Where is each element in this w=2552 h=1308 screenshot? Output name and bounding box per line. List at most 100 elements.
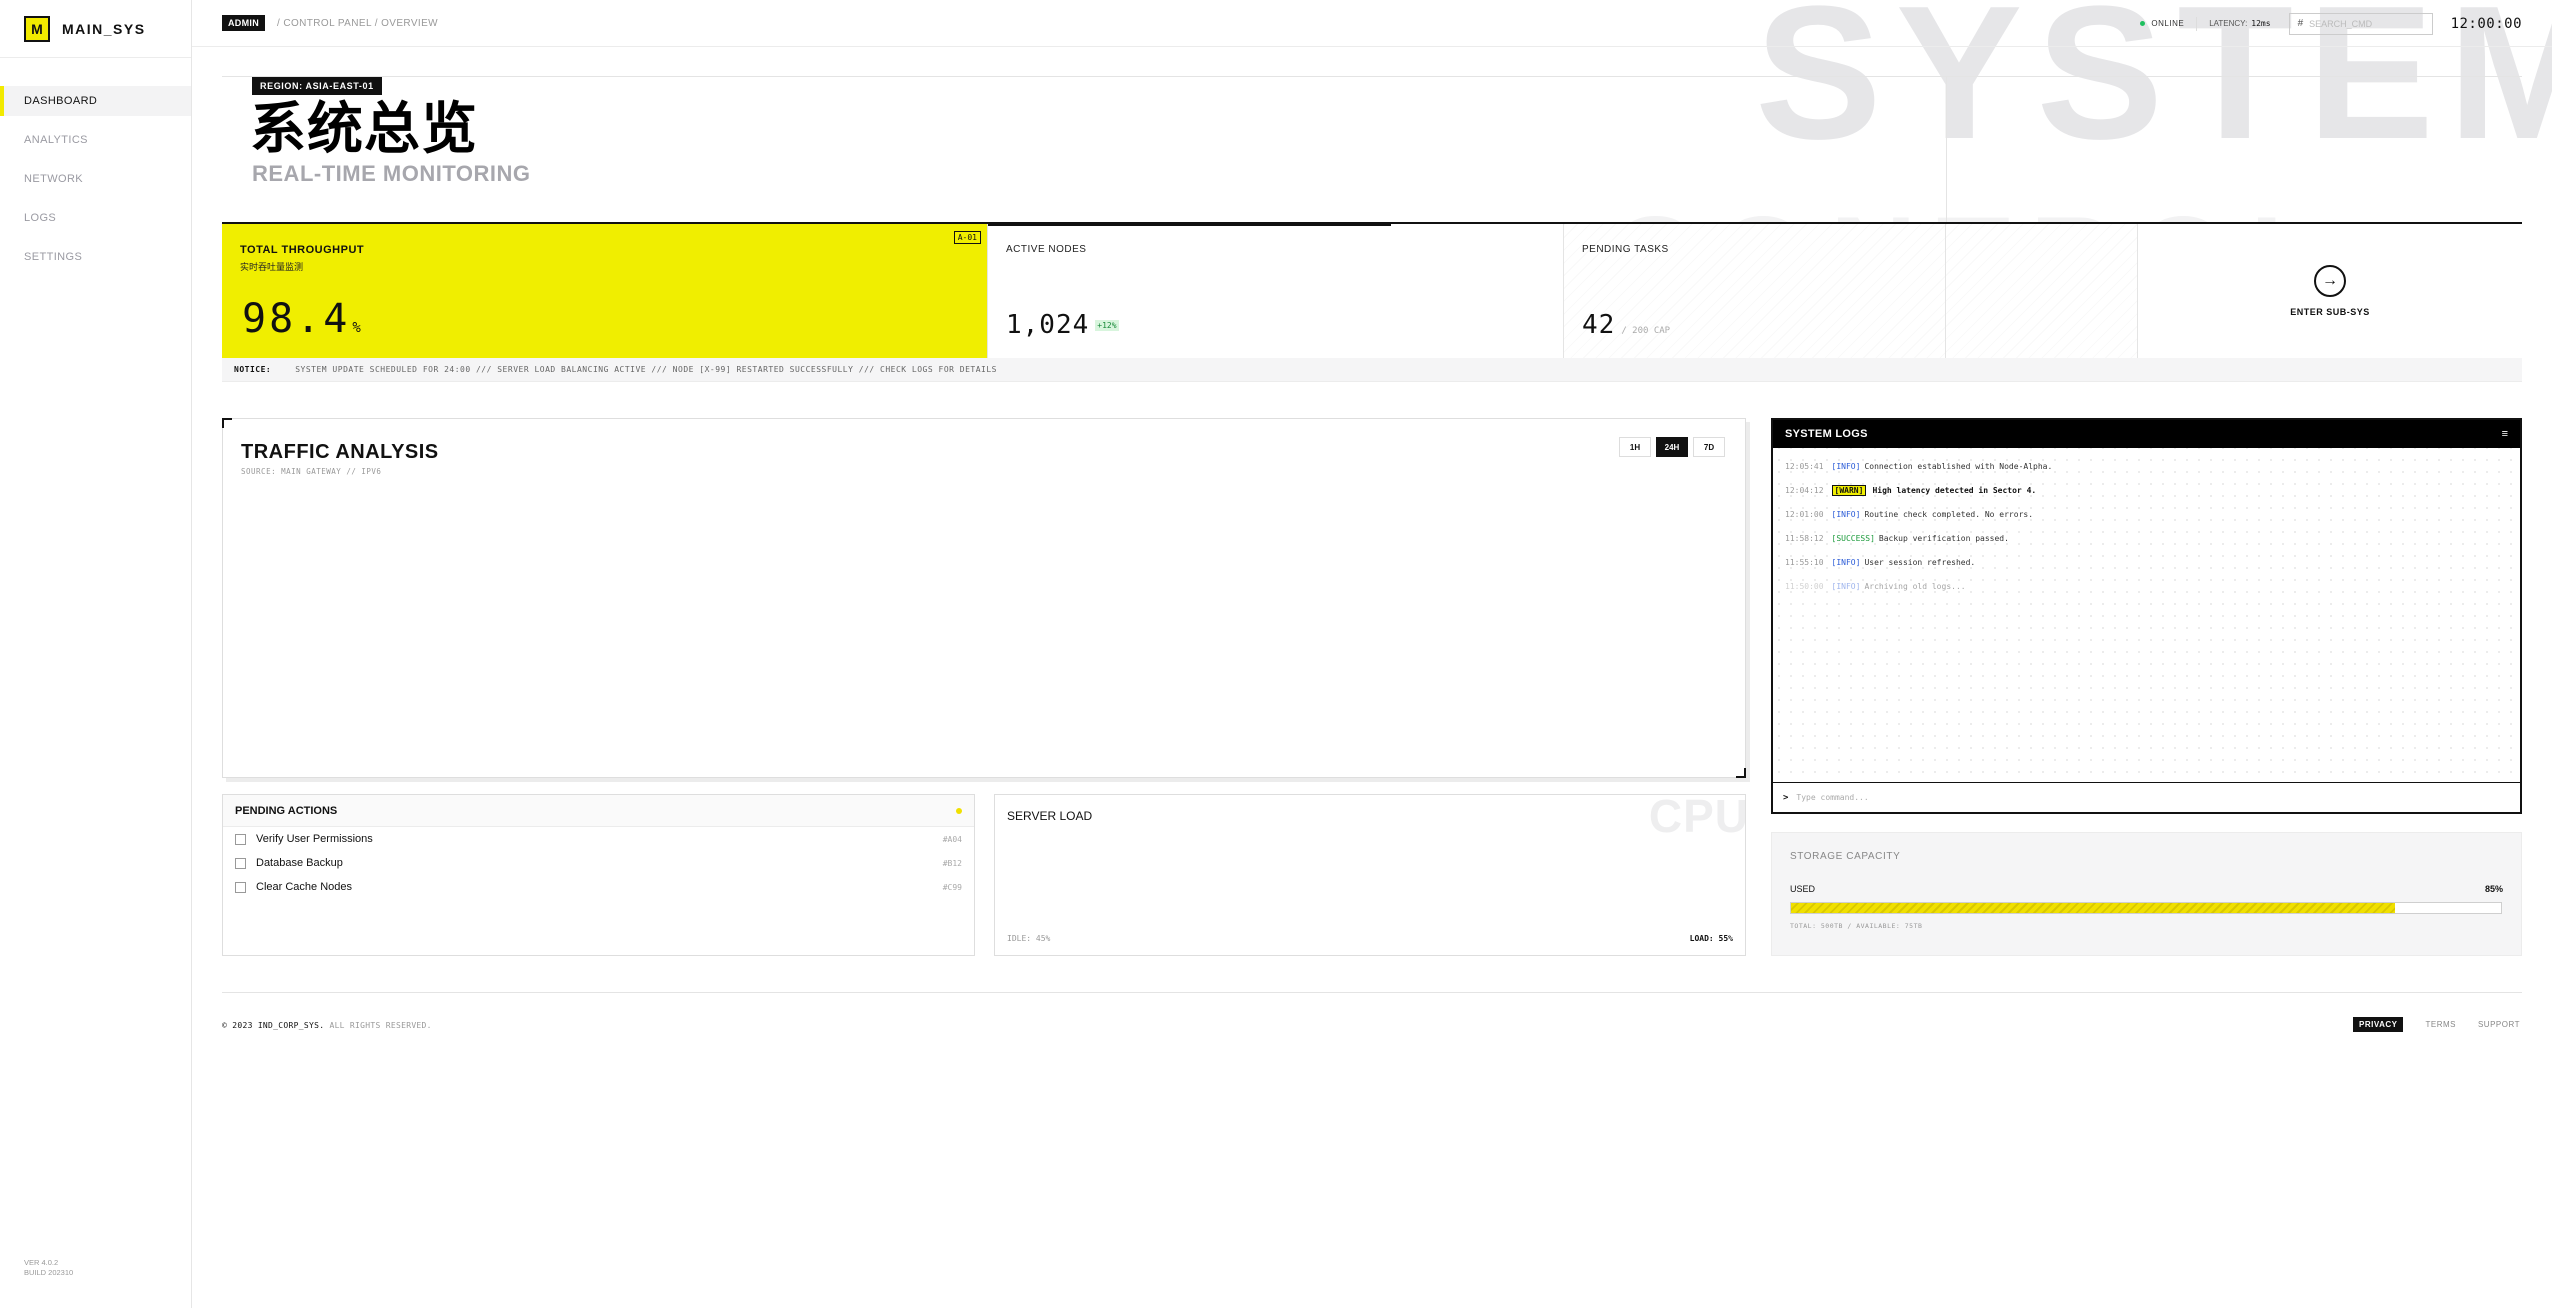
delta-badge: +12% (1095, 320, 1119, 331)
stat-label: TOTAL THROUGHPUT (240, 244, 365, 256)
task-label: Clear Cache Nodes (256, 881, 352, 893)
footer: © 2023 IND_CORP_SYS. ALL RIGHTS RESERVED… (222, 992, 2522, 1058)
stat-tag: A-01 (953, 231, 981, 244)
throughput-unit: % (352, 320, 361, 336)
nodes-value: 1,024 (1006, 310, 1090, 340)
system-logs-panel: SYSTEM LOGS ≡ 12:05:41 [INFO] Connection e… (1771, 418, 2522, 814)
server-load-panel: CPU SERVER LOAD IDLE: 45% LOAD: 55% (994, 794, 1746, 956)
range-24h-button[interactable]: 24H (1656, 437, 1688, 457)
arrow-right-icon: → (2314, 265, 2346, 297)
range-selector: 1H 24H 7D (1614, 437, 1725, 457)
prompt-icon: > (1783, 792, 1789, 803)
logs-header: SYSTEM LOGS ≡ (1773, 420, 2520, 448)
privacy-link[interactable]: PRIVACY (2353, 1017, 2404, 1032)
log-entry: 12:05:41 [INFO] Connection established wit… (1785, 462, 2053, 471)
used-label: USED (1790, 884, 1816, 894)
task-item[interactable]: Verify User Permissions #A04 (223, 827, 974, 851)
stat-label: PENDING TASKS (1582, 244, 1669, 255)
sidebar-item-dashboard[interactable]: DASHBOARD (0, 86, 191, 116)
stat-card-throughput[interactable]: TOTAL THROUGHPUT 实时吞吐量监测 A-01 98.4% (222, 224, 988, 358)
storage-panel: STORAGE CAPACITY USED 85% TOTAL: 500TB /… (1771, 832, 2522, 956)
storage-bar (1790, 902, 2502, 914)
range-7d-button[interactable]: 7D (1693, 437, 1725, 457)
stat-card-nodes[interactable]: ACTIVE NODES 1,024 +12% (988, 222, 1564, 358)
throughput-value: 98.4 (242, 296, 351, 342)
divider (1946, 77, 1947, 222)
version-info: VER 4.0.2 BUILD 202310 (24, 1258, 73, 1278)
task-item[interactable]: Database Backup #B12 (223, 851, 974, 875)
version-label: VER 4.0.2 (24, 1258, 59, 1267)
terms-link[interactable]: TERMS (2425, 1020, 2456, 1029)
search-box[interactable]: # (2288, 12, 2433, 35)
latency-value: 12ms (2251, 19, 2271, 28)
task-checkbox[interactable] (235, 833, 246, 845)
stat-value: 42 / 200 CAP (1582, 310, 1670, 340)
stat-sublabel: 实时吞吐量监测 (240, 262, 304, 272)
brand[interactable]: M MAIN_SYS (0, 0, 191, 58)
storage-row: USED 85% (1790, 884, 2503, 894)
enter-subsystem-button[interactable]: → ENTER SUB-SYS (2138, 224, 2522, 358)
topbar-status-area: ONLINE LATENCY: 12ms # 12:00:00 (2140, 0, 2522, 47)
stat-label: ACTIVE NODES (1006, 244, 1087, 255)
topbar: ADMIN / CONTROL PANEL / OVERVIEW ONLINE … (192, 0, 2552, 47)
tasks-cap: / 200 CAP (1621, 326, 1671, 336)
rights-text: ALL RIGHTS RESERVED. (329, 1021, 432, 1030)
app-name: MAIN_SYS (62, 20, 146, 37)
command-bar: > (1773, 782, 2520, 812)
log-entry: 11:58:12 [SUCCESS] Backup verification pas… (1785, 534, 2009, 543)
task-id: #B12 (942, 858, 962, 868)
sidebar-item-analytics[interactable]: ANALYTICS (0, 125, 191, 155)
used-percent: 85% (2484, 884, 2503, 894)
pending-title: PENDING ACTIONS (235, 804, 338, 817)
footer-links: PRIVACY TERMS SUPPORT (2353, 1017, 2520, 1032)
storage-bar-fill (1791, 903, 2395, 913)
range-1h-button[interactable]: 1H (1619, 437, 1651, 457)
menu-icon[interactable]: ≡ (2502, 428, 2508, 440)
sidebar: M MAIN_SYS DASHBOARD ANALYTICS NETWORK L… (0, 0, 192, 1308)
sidebar-item-logs[interactable]: LOGS (0, 203, 191, 233)
stat-card-tasks[interactable]: PENDING TASKS 42 / 200 CAP (1564, 224, 1946, 358)
command-input[interactable] (1796, 793, 2477, 802)
stat-value: 1,024 +12% (1006, 310, 1119, 340)
task-checkbox[interactable] (235, 881, 246, 893)
region-tag: REGION: ASIA-EAST-01 (252, 77, 382, 95)
divider (2196, 16, 2198, 31)
log-entry: 12:01:00 [INFO] Routine check completed. N… (1785, 510, 2034, 519)
sidebar-item-settings[interactable]: SETTINGS (0, 242, 191, 272)
idle-value: IDLE: 45% (1007, 934, 1051, 943)
tasks-value: 42 (1582, 310, 1616, 340)
pending-actions-panel: PENDING ACTIONS Verify User Permissions … (222, 794, 975, 956)
logs-body: 12:05:41 [INFO] Connection established wit… (1773, 448, 2520, 784)
build-label: BUILD 202310 (24, 1268, 74, 1277)
log-entry: 11:50:00 [INFO] Archiving old logs... (1785, 582, 1966, 591)
notice-text: SYSTEM UPDATE SCHEDULED FOR 24:00 /// SE… (295, 365, 997, 374)
support-link[interactable]: SUPPORT (2478, 1020, 2520, 1029)
page-title: 系统总览 (250, 97, 478, 160)
storage-footer: TOTAL: 500TB / AVAILABLE: 75TB (1790, 922, 1923, 930)
task-label: Database Backup (256, 857, 343, 869)
hash-icon: # (2297, 18, 2304, 29)
corner-marker (222, 418, 232, 428)
status-dot (956, 807, 962, 814)
page-subtitle: REAL-TIME MONITORING (252, 161, 531, 186)
log-entry: 12:04:12 [WARN] High latency detected in S… (1785, 485, 2037, 496)
traffic-panel: TRAFFIC ANALYSIS SOURCE: MAIN GATEWAY //… (222, 418, 1746, 778)
stat-card-blank (1946, 224, 2138, 358)
online-status-dot (2140, 21, 2146, 26)
sidebar-nav: DASHBOARD ANALYTICS NETWORK LOGS SETTING… (0, 86, 191, 272)
corner-marker (1736, 768, 1746, 778)
role-badge: ADMIN (222, 15, 265, 31)
sidebar-item-network[interactable]: NETWORK (0, 164, 191, 194)
load-value: LOAD: 55% (1689, 934, 1733, 943)
notice-ticker: NOTICE: SYSTEM UPDATE SCHEDULED FOR 24:0… (222, 358, 2522, 382)
copyright: © 2023 IND_CORP_SYS. ALL RIGHTS RESERVED… (222, 1021, 432, 1030)
breadcrumb: / CONTROL PANEL / OVERVIEW (277, 17, 438, 29)
stats-row: TOTAL THROUGHPUT 实时吞吐量监测 A-01 98.4% ACTI… (222, 222, 2522, 358)
logs-title: SYSTEM LOGS (1785, 428, 1868, 440)
task-checkbox[interactable] (235, 857, 246, 869)
hero: REGION: ASIA-EAST-01 系统总览 REAL-TIME MONI… (222, 76, 2522, 222)
task-item[interactable]: Clear Cache Nodes #C99 (223, 875, 974, 899)
search-input[interactable] (2309, 18, 2422, 29)
pending-header: PENDING ACTIONS (223, 795, 974, 827)
online-status-text: ONLINE (2151, 19, 2185, 28)
